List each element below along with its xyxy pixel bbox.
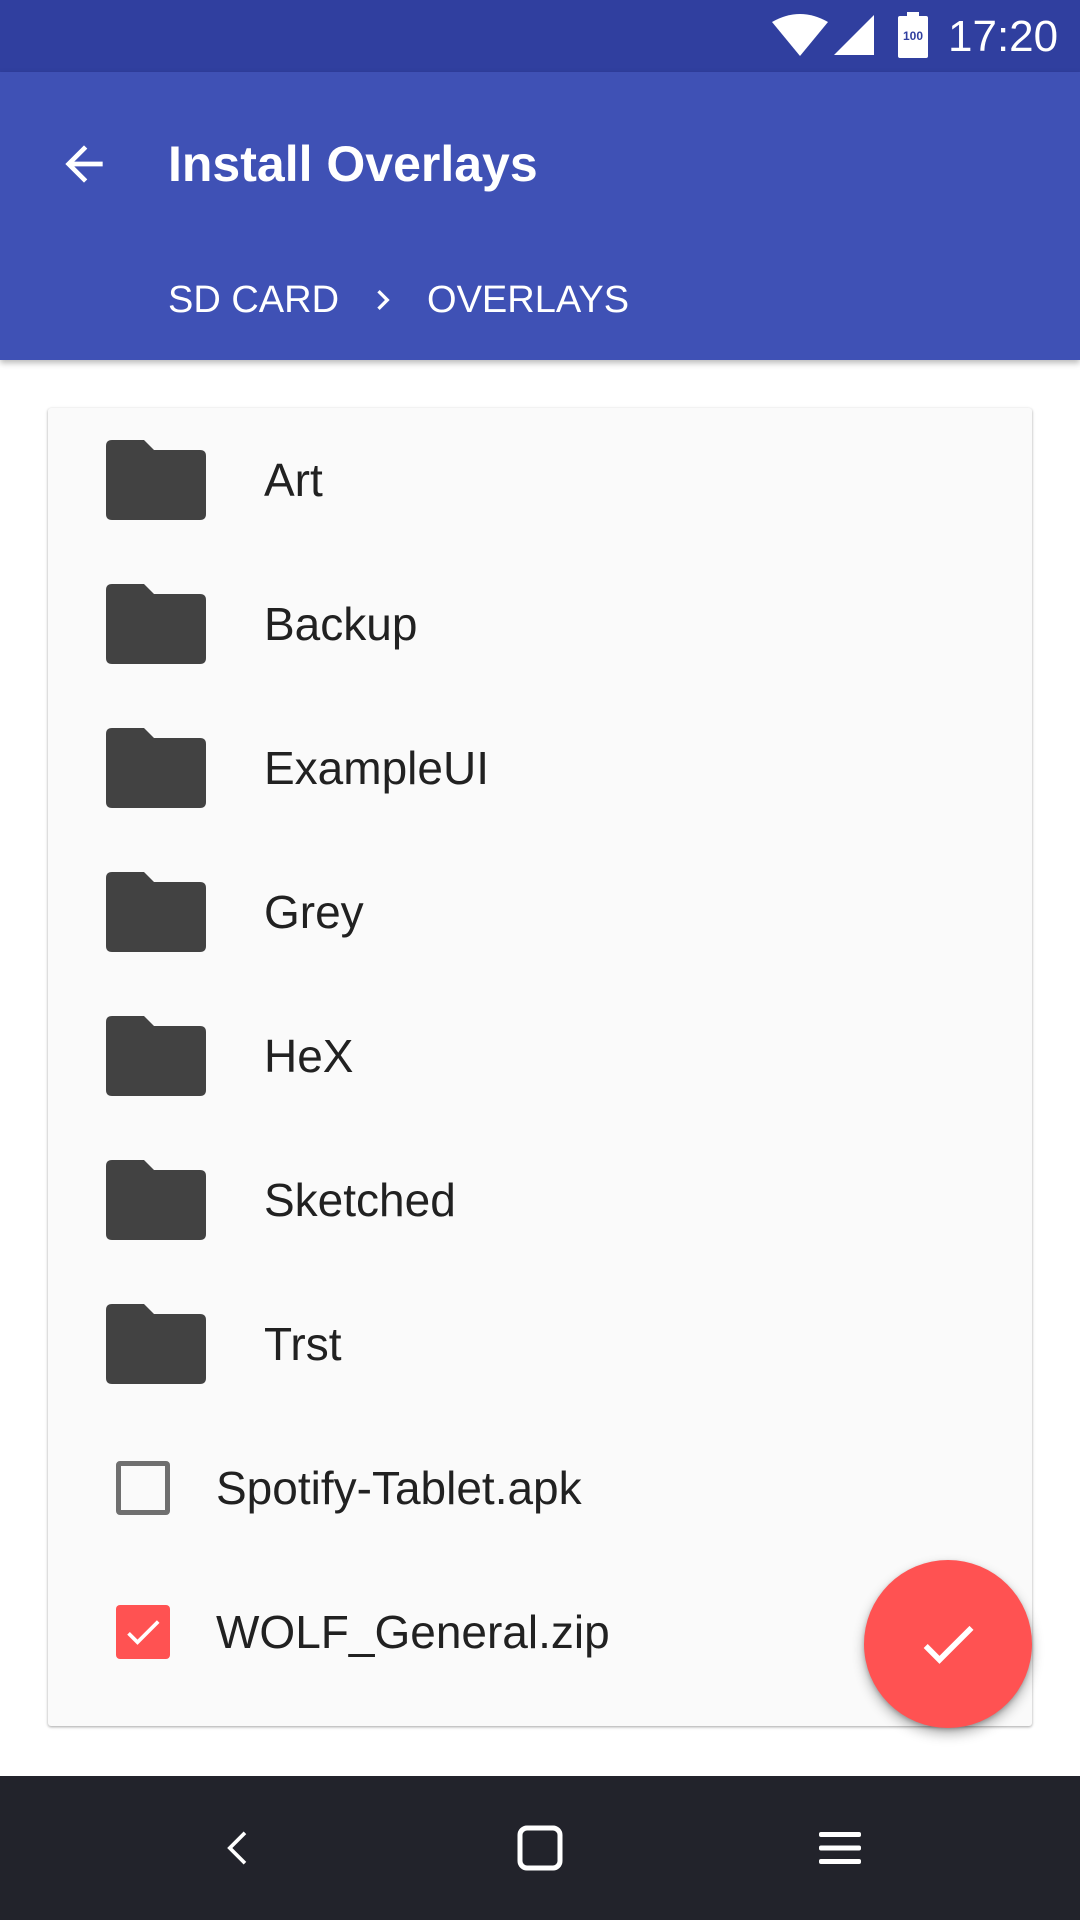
nav-menu-button[interactable] <box>792 1800 888 1896</box>
file-checkbox-checked[interactable] <box>116 1605 170 1659</box>
list-item-folder[interactable]: Trst <box>48 1272 1032 1416</box>
folder-icon <box>106 440 206 520</box>
signal-icon <box>834 15 874 55</box>
menu-icon <box>819 1832 861 1864</box>
status-time: 17:20 <box>948 12 1059 61</box>
breadcrumb-item-sd-card[interactable]: SD CARD <box>168 264 339 336</box>
install-fab-button[interactable] <box>864 1560 1032 1728</box>
folder-name: Sketched <box>264 1174 456 1226</box>
file-name: WOLF_General.zip <box>216 1606 610 1658</box>
folder-icon <box>106 584 206 664</box>
list-item-folder[interactable]: Art <box>48 408 1032 552</box>
status-bar: 100 17:20 <box>0 0 1080 72</box>
folder-icon <box>106 872 206 952</box>
back-icon <box>227 1831 247 1865</box>
chevron-right-icon <box>363 280 403 320</box>
folder-icon <box>106 1016 206 1096</box>
folder-name: HeX <box>264 1030 354 1082</box>
back-button[interactable] <box>40 120 128 208</box>
file-list: Art Backup ExampleUI Grey HeX Sketched T… <box>48 408 1032 1726</box>
navigation-bar <box>0 1776 1080 1920</box>
folder-name: Art <box>264 454 323 506</box>
folder-icon <box>106 728 206 808</box>
list-item-folder[interactable]: Sketched <box>48 1128 1032 1272</box>
page-title: Install Overlays <box>168 136 538 192</box>
nav-back-button[interactable] <box>192 1800 288 1896</box>
breadcrumb: SD CARD OVERLAYS <box>168 264 629 336</box>
folder-name: ExampleUI <box>264 742 489 794</box>
check-icon <box>127 1620 160 1645</box>
file-checkbox-unchecked[interactable] <box>116 1461 170 1515</box>
check-icon <box>923 1625 974 1664</box>
list-item-folder[interactable]: Backup <box>48 552 1032 696</box>
folder-icon <box>106 1304 206 1384</box>
home-icon <box>517 1825 563 1871</box>
nav-home-button[interactable] <box>492 1800 588 1896</box>
list-item-folder[interactable]: ExampleUI <box>48 696 1032 840</box>
list-item-folder[interactable]: HeX <box>48 984 1032 1128</box>
folder-name: Trst <box>264 1318 342 1370</box>
breadcrumb-item-overlays[interactable]: OVERLAYS <box>427 264 629 336</box>
folder-name: Grey <box>264 886 364 938</box>
wifi-icon <box>772 14 828 56</box>
file-name: Spotify-Tablet.apk <box>216 1462 582 1514</box>
folder-name: Backup <box>264 598 418 650</box>
folder-icon <box>106 1160 206 1240</box>
app-toolbar: Install Overlays SD CARD OVERLAYS <box>0 72 1080 360</box>
list-item-folder[interactable]: Grey <box>48 840 1032 984</box>
arrow-back-icon <box>65 145 103 183</box>
list-item-file[interactable]: Spotify-Tablet.apk <box>48 1416 1032 1560</box>
battery-level: 100 <box>902 29 924 43</box>
